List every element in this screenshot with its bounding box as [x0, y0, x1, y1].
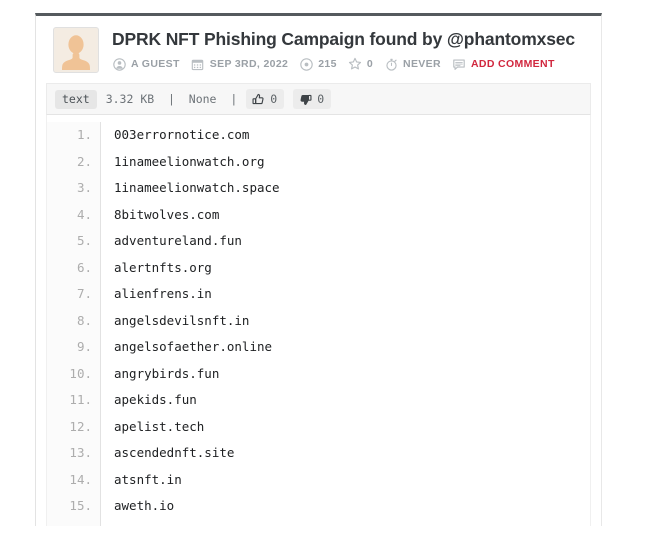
page-title: DPRK NFT Phishing Campaign found by @pha… — [112, 29, 575, 49]
thumbs-up-button[interactable]: 0 — [246, 89, 285, 109]
syntax-badge[interactable]: text — [55, 89, 97, 109]
code-line: aweth.io — [114, 498, 175, 513]
code-line: ascendednft.site — [114, 445, 235, 460]
code-line: 8bitwolves.com — [114, 206, 220, 222]
paste-size-info: 3.32 KB | None | — [105, 92, 238, 106]
paste-meta-row: A GUEST SEP 3RD, 2022 215 0 NEVER ADD CO… — [112, 57, 601, 71]
thumbs-down-icon — [298, 92, 312, 106]
paste-code-body: 1. 2. 3. 4. 5. 6. 7. 8. 9. 10. 11. 12. 1… — [46, 115, 591, 526]
add-comment-link[interactable]: ADD COMMENT — [452, 57, 555, 71]
stopwatch-icon — [384, 57, 398, 71]
meta-views: 215 — [299, 57, 337, 71]
code-line: alienfrens.in — [114, 286, 212, 301]
meta-views-count: 215 — [318, 58, 337, 70]
default-user-avatar-icon — [56, 30, 96, 70]
line-number: 7. — [76, 286, 92, 301]
meta-author-label: A GUEST — [131, 58, 180, 70]
line-number: 15. — [69, 498, 92, 513]
thumbs-down-count: 0 — [317, 92, 325, 106]
meta-expiry: NEVER — [384, 57, 441, 71]
meta-expiry-label: NEVER — [403, 58, 441, 70]
calendar-icon — [191, 57, 205, 71]
line-number: 10. — [69, 365, 92, 381]
header-text-block: DPRK NFT Phishing Campaign found by @pha… — [99, 27, 601, 71]
code-line: 1inameelionwatch.space — [114, 180, 280, 195]
code-line: angrybirds.fun — [114, 365, 220, 381]
line-number: 6. — [76, 259, 92, 275]
star-icon — [348, 57, 362, 71]
code-line: 1inameelionwatch.org — [114, 153, 265, 169]
meta-date: SEP 3RD, 2022 — [191, 57, 289, 71]
code-content[interactable]: 003errornotice.com 1inameelionwatch.org … — [101, 122, 590, 526]
line-number: 4. — [76, 206, 92, 222]
code-line: adventureland.fun — [114, 233, 242, 248]
code-line: atsnft.in — [114, 471, 182, 487]
user-icon — [112, 57, 126, 71]
code-line: alertnfts.org — [114, 259, 212, 275]
line-number: 5. — [76, 233, 92, 248]
meta-date-label: SEP 3RD, 2022 — [209, 58, 289, 70]
meta-favorites[interactable]: 0 — [348, 57, 373, 71]
line-number-gutter: 1. 2. 3. 4. 5. 6. 7. 8. 9. 10. 11. 12. 1… — [47, 122, 101, 526]
line-number: 14. — [69, 471, 92, 487]
code-line: angelsofaether.online — [114, 339, 273, 354]
thumbs-down-button[interactable]: 0 — [293, 89, 332, 109]
page-root: DPRK NFT Phishing Campaign found by @pha… — [0, 0, 660, 536]
line-number: 9. — [76, 339, 92, 354]
meta-favorites-count: 0 — [366, 58, 374, 70]
meta-author[interactable]: A GUEST — [112, 57, 180, 71]
add-comment-label: ADD COMMENT — [470, 58, 555, 70]
avatar — [53, 27, 99, 73]
thumbs-up-count: 0 — [270, 92, 278, 106]
line-number: 12. — [69, 418, 92, 434]
paste-container: DPRK NFT Phishing Campaign found by @pha… — [35, 13, 602, 526]
paste-toolbar: text 3.32 KB | None | 0 0 — [46, 83, 591, 115]
code-line: 003errornotice.com — [114, 127, 250, 142]
thumbs-up-icon — [251, 92, 265, 106]
line-number: 13. — [69, 445, 92, 460]
line-number: 3. — [76, 180, 92, 195]
paste-header: DPRK NFT Phishing Campaign found by @pha… — [36, 16, 601, 83]
code-line: apekids.fun — [114, 392, 197, 407]
comment-icon — [452, 57, 466, 71]
line-number: 1. — [76, 127, 92, 142]
code-line: apelist.tech — [114, 418, 205, 434]
line-number: 11. — [69, 392, 92, 407]
eye-icon — [299, 57, 313, 71]
line-number: 8. — [76, 312, 92, 328]
line-number: 2. — [76, 153, 92, 169]
code-line: angelsdevilsnft.in — [114, 312, 250, 328]
